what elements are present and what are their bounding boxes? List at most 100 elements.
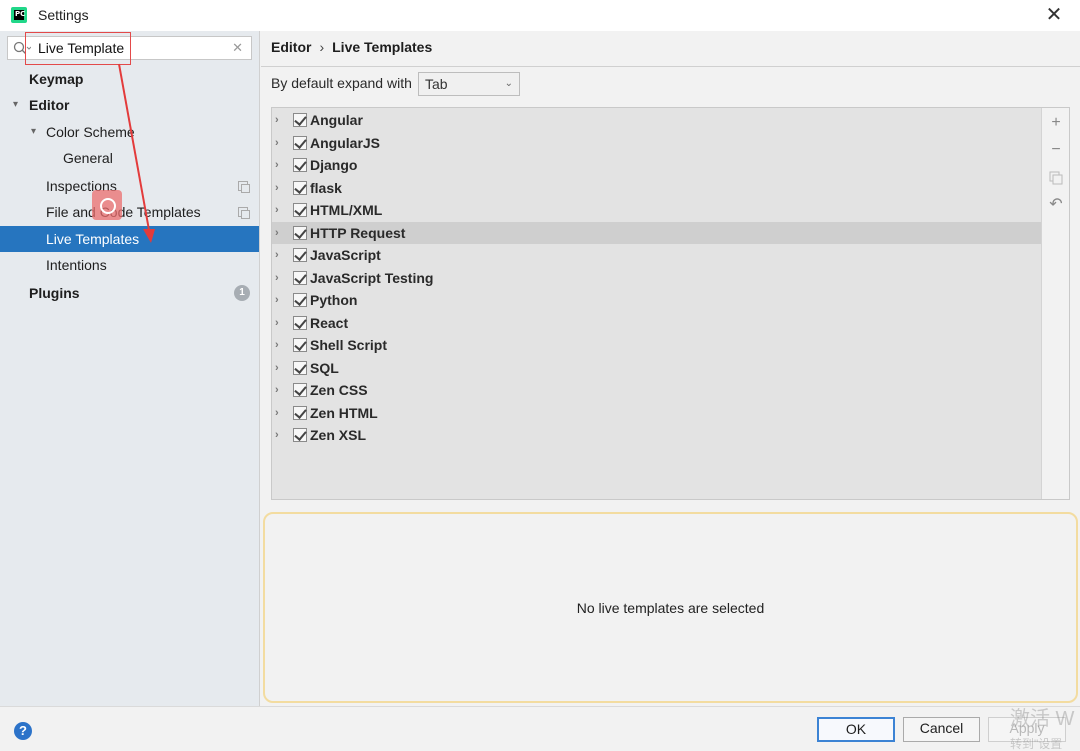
- help-button[interactable]: ?: [14, 722, 32, 740]
- chevron-right-icon[interactable]: ›: [275, 267, 279, 289]
- chevron-right-icon[interactable]: ›: [275, 132, 279, 154]
- template-group-name: HTML/XML: [310, 202, 383, 218]
- sidebar-item-inspections[interactable]: Inspections: [0, 173, 259, 199]
- no-selection-message: No live templates are selected: [576, 600, 765, 616]
- template-group-row[interactable]: › Zen CSS: [272, 379, 1041, 401]
- template-group-name: Zen HTML: [310, 404, 378, 421]
- template-group-checkbox[interactable]: [293, 248, 307, 262]
- template-group-name: AngularJS: [310, 134, 381, 151]
- breadcrumb-current: Live Templates: [332, 39, 433, 55]
- chevron-right-icon[interactable]: ›: [275, 357, 279, 379]
- close-window-button[interactable]: ✕: [1044, 4, 1064, 26]
- sidebar-item-label: Plugins: [29, 285, 80, 301]
- template-group-checkbox[interactable]: [293, 270, 307, 285]
- template-group-row[interactable]: › flask: [272, 177, 1041, 199]
- template-group-name: Zen XSL: [310, 427, 367, 443]
- clear-search-icon[interactable]: ✕: [232, 40, 243, 56]
- template-group-name: Shell Script: [310, 337, 388, 353]
- template-group-row[interactable]: › HTTP Request: [272, 221, 1041, 244]
- template-group-name: React: [310, 314, 349, 331]
- pycharm-app-icon: PC: [11, 7, 27, 23]
- footer-divider: [0, 706, 1080, 707]
- template-group-name: Python: [310, 292, 358, 308]
- template-group-row[interactable]: › Python: [272, 289, 1041, 311]
- click-indicator: [92, 190, 122, 220]
- chevron-right-icon[interactable]: ›: [275, 402, 279, 424]
- chevron-right-icon[interactable]: ›: [275, 199, 279, 221]
- restore-defaults-icon[interactable]: ↶: [1042, 193, 1070, 217]
- template-group-name: HTTP Request: [310, 224, 406, 241]
- template-group-checkbox[interactable]: [293, 113, 307, 127]
- template-group-row[interactable]: › SQL: [272, 357, 1041, 379]
- chevron-right-icon[interactable]: ›: [275, 312, 279, 334]
- project-settings-icon: [238, 207, 250, 219]
- chevron-right-icon[interactable]: ›: [275, 154, 279, 176]
- sidebar-item-plugins[interactable]: Plugins 1: [0, 280, 259, 306]
- template-group-row[interactable]: › Zen XSL: [272, 424, 1041, 446]
- chevron-right-icon[interactable]: ›: [275, 424, 279, 446]
- sidebar-item-label: General: [63, 150, 113, 166]
- chevron-right-icon[interactable]: ›: [275, 177, 279, 199]
- template-detail-panel: No live templates are selected: [263, 512, 1078, 703]
- template-group-checkbox[interactable]: [293, 180, 307, 195]
- sidebar-item-label: File and Code Templates: [46, 204, 201, 220]
- template-group-checkbox[interactable]: [293, 360, 307, 375]
- add-icon[interactable]: +: [1042, 111, 1070, 135]
- title-bar: PC Settings ✕: [0, 0, 1080, 31]
- chevron-down-icon[interactable]: ▾: [31, 119, 36, 145]
- sidebar-item-keymap[interactable]: Keymap: [0, 66, 259, 92]
- template-group-checkbox[interactable]: [293, 383, 307, 397]
- settings-sidebar: Live Template ✕ Keymap ▾ Editor ▾ Color …: [0, 31, 260, 706]
- template-group-row[interactable]: › React: [272, 312, 1041, 334]
- template-group-checkbox[interactable]: [293, 315, 307, 330]
- template-group-name: Django: [310, 157, 358, 173]
- chevron-right-icon[interactable]: ›: [275, 334, 279, 356]
- chevron-right-icon[interactable]: ›: [275, 379, 279, 401]
- template-group-checkbox[interactable]: [293, 203, 307, 217]
- template-group-checkbox[interactable]: [293, 338, 307, 352]
- chevron-right-icon[interactable]: ›: [275, 289, 279, 311]
- template-group-row[interactable]: › AngularJS: [272, 132, 1041, 154]
- template-group-checkbox[interactable]: [293, 405, 307, 420]
- template-group-checkbox[interactable]: [293, 428, 307, 442]
- template-group-checkbox[interactable]: [293, 293, 307, 307]
- breadcrumb-parent: Editor: [271, 39, 312, 55]
- template-group-row[interactable]: › Shell Script: [272, 334, 1041, 356]
- sidebar-item-editor[interactable]: ▾ Editor: [0, 92, 259, 118]
- chevron-right-icon[interactable]: ›: [275, 244, 279, 266]
- template-group-checkbox[interactable]: [293, 135, 307, 150]
- sidebar-item-file-and-code-templates[interactable]: File and Code Templates: [0, 199, 259, 225]
- breadcrumb-separator: ›: [319, 39, 325, 55]
- activation-watermark: 激活 W: [1010, 708, 1075, 730]
- sidebar-item-label: Color Scheme: [46, 124, 135, 140]
- templates-toolbar: + − ↶: [1041, 108, 1069, 499]
- expand-with-select[interactable]: Tab ⌄: [418, 72, 520, 96]
- expand-with-value: Tab: [425, 76, 448, 92]
- template-group-row[interactable]: › Angular: [272, 109, 1041, 131]
- cancel-button[interactable]: Cancel: [903, 717, 980, 742]
- template-group-row[interactable]: › Django: [272, 154, 1041, 176]
- template-group-row[interactable]: › JavaScript: [272, 244, 1041, 266]
- window-title: Settings: [38, 7, 89, 23]
- template-groups-panel: › Angular › AngularJS › Django › flask › HTML/XML…: [271, 107, 1070, 500]
- sidebar-item-general[interactable]: General: [0, 145, 259, 171]
- sidebar-item-intentions[interactable]: Intentions: [0, 252, 259, 278]
- template-group-checkbox[interactable]: [293, 158, 307, 172]
- sidebar-item-label: Live Templates: [46, 231, 140, 247]
- remove-icon[interactable]: −: [1042, 138, 1070, 162]
- breadcrumb: Editor › Live Templates: [271, 39, 432, 55]
- plugins-update-badge: 1: [234, 285, 250, 301]
- sidebar-item-live-templates[interactable]: Live Templates: [0, 226, 259, 252]
- copy-icon[interactable]: [1042, 166, 1070, 190]
- chevron-right-icon[interactable]: ›: [275, 109, 279, 131]
- sidebar-item-color-scheme[interactable]: ▾ Color Scheme: [0, 119, 259, 145]
- chevron-right-icon[interactable]: ›: [275, 222, 279, 244]
- ok-button[interactable]: OK: [817, 717, 895, 742]
- sidebar-item-label: Editor: [29, 97, 70, 113]
- template-group-row[interactable]: › Zen HTML: [272, 402, 1041, 424]
- template-group-checkbox[interactable]: [293, 225, 307, 240]
- chevron-down-icon[interactable]: ▾: [13, 92, 18, 118]
- activation-watermark-sub: 转到"设置: [1010, 737, 1063, 751]
- template-group-row[interactable]: › JavaScript Testing: [272, 267, 1041, 289]
- template-group-row[interactable]: › HTML/XML: [272, 199, 1041, 221]
